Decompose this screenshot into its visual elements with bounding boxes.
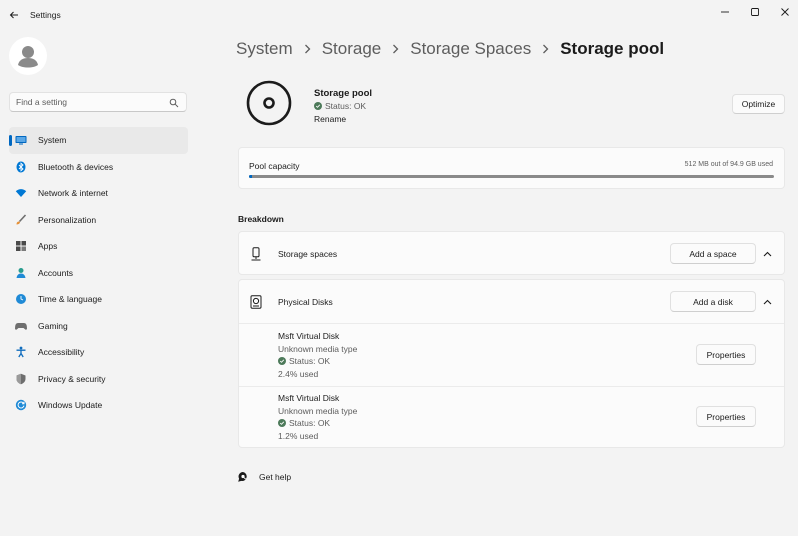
app-title: Settings — [30, 10, 61, 20]
system-icon — [15, 134, 27, 146]
sidebar-item-system[interactable]: System — [9, 127, 188, 154]
sidebar-item-bluetooth[interactable]: Bluetooth & devices — [9, 154, 188, 181]
chevron-up-icon[interactable] — [762, 297, 772, 307]
settings-window: Settings System — [0, 0, 798, 536]
sidebar-item-label: System — [38, 135, 67, 146]
chevron-right-icon — [392, 44, 399, 54]
help-icon — [238, 472, 247, 482]
divider — [239, 386, 784, 387]
sidebar-item-label: Accessibility — [38, 347, 85, 358]
update-icon — [15, 399, 27, 411]
sidebar-item-privacy-security[interactable]: Privacy & security — [9, 366, 188, 393]
close-icon[interactable] — [770, 2, 798, 22]
capacity-bar-fill — [249, 175, 253, 178]
page-title: Storage pool — [560, 39, 665, 58]
shield-icon — [15, 373, 27, 385]
sidebar-item-gaming[interactable]: Gaming — [9, 313, 188, 340]
user-icon — [18, 46, 38, 68]
get-help-label: Get help — [259, 472, 292, 482]
back-arrow-icon[interactable] — [6, 7, 22, 23]
disk-media-type: Unknown media type — [278, 343, 358, 354]
search-icon[interactable] — [169, 98, 179, 108]
sidebar-item-network[interactable]: Network & internet — [9, 180, 188, 207]
breadcrumb-system[interactable]: System — [236, 39, 293, 59]
breadcrumb-storage[interactable]: Storage — [322, 39, 382, 59]
storage-spaces-label: Storage spaces — [278, 249, 338, 259]
sidebar-item-label: Gaming — [38, 320, 68, 331]
add-space-button[interactable]: Add a space — [670, 243, 756, 264]
sidebar-item-label: Apps — [38, 241, 58, 252]
pool-capacity-label: Pool capacity — [249, 161, 300, 171]
sidebar-item-apps[interactable]: Apps — [9, 233, 188, 260]
get-help-link[interactable]: Get help — [237, 471, 291, 483]
pool-capacity-card: Pool capacity 512 MB out of 94.9 GB used — [238, 147, 785, 189]
sidebar-item-accounts[interactable]: Accounts — [9, 260, 188, 287]
physical-disk-icon — [250, 295, 262, 309]
physical-disks-label: Physical Disks — [278, 297, 333, 307]
bluetooth-icon — [15, 161, 27, 173]
disk-status: Status: OK — [278, 417, 357, 430]
status-ok-icon — [314, 102, 322, 110]
status-ok-icon — [278, 357, 286, 366]
properties-button[interactable]: Properties — [696, 406, 756, 427]
avatar[interactable] — [9, 37, 47, 75]
disk-name: Msft Virtual Disk — [278, 393, 340, 403]
chevron-up-icon[interactable] — [762, 249, 772, 259]
sidebar-item-label: Accounts — [38, 267, 73, 278]
optimize-button[interactable]: Optimize — [732, 94, 785, 114]
storage-space-icon — [251, 247, 261, 261]
sidebar-item-time-language[interactable]: Time & language — [9, 286, 188, 313]
disk-name: Msft Virtual Disk — [278, 331, 340, 341]
physical-disks-card: Physical Disks Add a disk Msft Virtual D… — [238, 279, 785, 448]
brush-icon — [15, 214, 27, 226]
disk-usage: 1.2% used — [278, 430, 319, 441]
status-ok-icon — [278, 419, 286, 428]
properties-button[interactable]: Properties — [696, 344, 756, 365]
apps-icon — [15, 240, 27, 252]
disk-status-text: Status: OK — [289, 356, 331, 366]
disk-usage: 2.4% used — [278, 368, 319, 379]
chevron-right-icon — [304, 44, 311, 54]
title-bar: Settings — [0, 0, 798, 30]
pool-status-text: Status: OK — [325, 101, 367, 111]
sidebar-item-label: Bluetooth & devices — [38, 161, 114, 172]
capacity-bar — [249, 175, 774, 178]
disk-media-type: Unknown media type — [278, 405, 358, 416]
accessibility-icon — [15, 346, 27, 358]
sidebar-item-label: Personalization — [38, 214, 97, 225]
pool-status: Status: OK — [314, 101, 366, 111]
pool-capacity-usage: 512 MB out of 94.9 GB used — [684, 161, 773, 168]
sidebar-item-label: Time & language — [38, 294, 102, 305]
breadcrumb-storage-spaces[interactable]: Storage Spaces — [410, 39, 531, 59]
sidebar-item-label: Network & internet — [38, 188, 108, 199]
sidebar-item-label: Privacy & security — [38, 373, 106, 384]
sidebar-item-accessibility[interactable]: Accessibility — [9, 339, 188, 366]
breadcrumb: System Storage Storage Spaces Storage po… — [236, 37, 664, 61]
storage-spaces-row[interactable]: Storage spaces Add a space — [238, 231, 785, 275]
sidebar-item-label: Windows Update — [38, 400, 103, 411]
search-box[interactable] — [9, 92, 187, 112]
wifi-icon — [15, 187, 27, 199]
maximize-icon[interactable] — [740, 2, 770, 22]
list-item: Msft Virtual Disk Unknown media type Sta… — [278, 330, 357, 380]
disk-status: Status: OK — [278, 355, 357, 368]
chevron-right-icon — [542, 44, 549, 54]
gamepad-icon — [15, 320, 27, 332]
add-disk-button[interactable]: Add a disk — [670, 291, 756, 312]
search-input[interactable] — [16, 95, 166, 109]
rename-link[interactable]: Rename — [314, 114, 346, 124]
disk-status-text: Status: OK — [289, 418, 331, 428]
minimize-icon[interactable] — [710, 2, 740, 22]
accounts-icon — [15, 267, 27, 279]
sidebar-nav: System Bluetooth & devices Network & int… — [9, 127, 188, 419]
list-item: Msft Virtual Disk Unknown media type Sta… — [278, 392, 357, 442]
disk-icon — [246, 80, 292, 126]
sidebar-item-personalization[interactable]: Personalization — [9, 207, 188, 234]
pool-name: Storage pool — [314, 88, 373, 99]
breakdown-heading: Breakdown — [238, 214, 284, 224]
globe-clock-icon — [15, 293, 27, 305]
divider — [239, 323, 784, 324]
sidebar-item-windows-update[interactable]: Windows Update — [9, 392, 188, 419]
